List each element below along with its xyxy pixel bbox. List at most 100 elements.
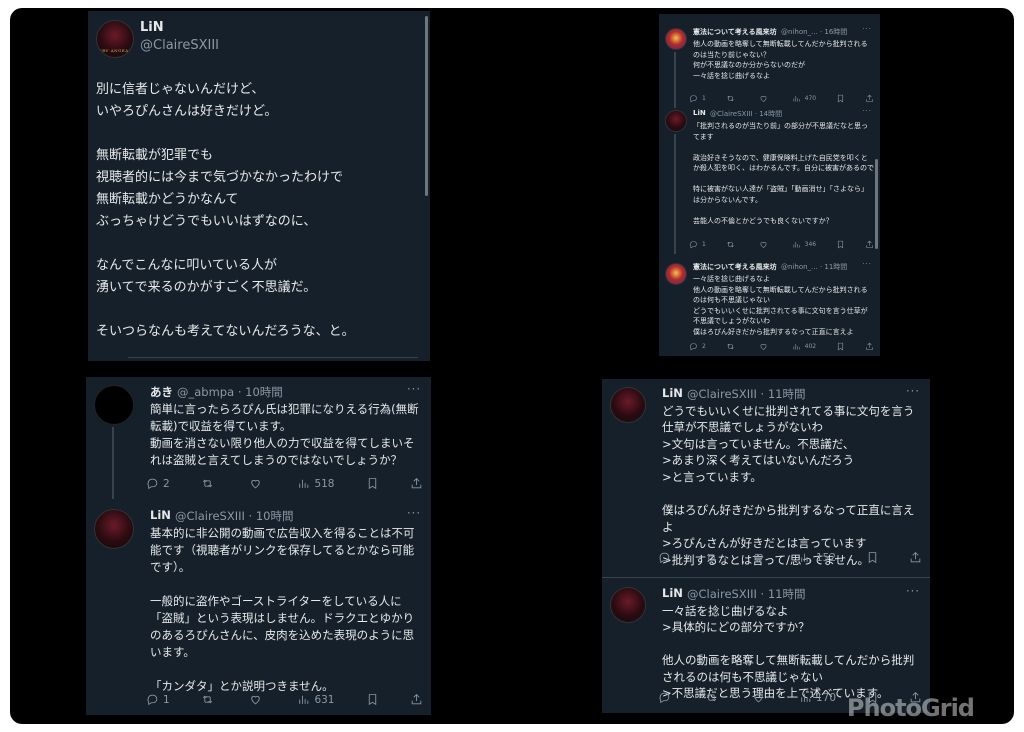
views-button[interactable]: 346 — [792, 240, 816, 249]
handle[interactable]: @nihon_... — [781, 28, 818, 36]
avatar[interactable] — [665, 28, 687, 50]
like-button[interactable] — [759, 342, 772, 351]
reply-button[interactable]: 2 — [146, 477, 170, 490]
reply-button[interactable]: 2 — [689, 342, 706, 351]
share-button[interactable] — [865, 342, 874, 351]
tweet[interactable]: 憲法について考える風来坊 @nihon_... · 11時間 ··· 一々話を捻… — [659, 257, 880, 356]
reply-button[interactable] — [658, 551, 675, 564]
avatar[interactable] — [665, 263, 687, 285]
tweet[interactable]: LiN @ClaireSXIII · 14時間 ··· 「批判されるのが当たり前… — [659, 104, 880, 254]
display-name[interactable]: 憲法について考える風来坊 — [693, 262, 777, 272]
handle-time[interactable]: @nihon_... · 11時間 — [781, 262, 847, 272]
like-button[interactable] — [759, 94, 772, 103]
tweet[interactable]: LiN @ClaireSXIII · 11時間 ··· 一々話を捻じ曲げるなよ … — [602, 579, 930, 713]
timestamp[interactable]: · 11時間 — [820, 263, 847, 271]
bookmark-button[interactable] — [836, 342, 845, 351]
handle-time[interactable]: @ClaireSXIII · 10時間 — [175, 508, 293, 524]
reply-button[interactable]: 1 — [689, 94, 706, 103]
reply-button[interactable]: 1 — [689, 240, 706, 249]
avatar[interactable] — [665, 110, 687, 132]
handle-time[interactable]: @_abmpa · 10時間 — [177, 384, 283, 400]
retweet-button[interactable] — [726, 342, 739, 351]
handle[interactable]: @_abmpa — [177, 385, 234, 399]
like-button[interactable] — [249, 477, 266, 490]
retweet-button[interactable] — [201, 693, 218, 706]
scrollbar[interactable] — [425, 16, 428, 196]
share-button[interactable] — [909, 551, 922, 564]
share-button[interactable] — [410, 477, 423, 490]
reply-button[interactable]: 1 — [146, 693, 170, 706]
views-button[interactable]: 518 — [297, 477, 334, 490]
display-name[interactable]: LiN — [662, 586, 683, 600]
handle[interactable]: @ClaireSXIII — [140, 38, 219, 53]
handle[interactable]: @ClaireSXIII — [687, 587, 757, 601]
divider — [602, 577, 930, 578]
more-icon[interactable]: ··· — [906, 584, 920, 598]
more-icon[interactable]: ··· — [862, 107, 872, 115]
retweet-button[interactable] — [201, 477, 218, 490]
share-button[interactable] — [865, 94, 874, 103]
like-button[interactable] — [249, 693, 266, 706]
display-name[interactable]: 憲法について考える風来坊 — [693, 27, 777, 37]
views-count: 346 — [804, 241, 817, 248]
reply-button[interactable] — [658, 691, 675, 704]
retweet-button[interactable] — [705, 551, 722, 564]
more-icon[interactable]: ··· — [407, 506, 421, 520]
more-icon[interactable]: ··· — [906, 384, 920, 398]
views-count: 518 — [314, 477, 335, 490]
divider — [128, 357, 418, 358]
avatar[interactable] — [94, 385, 134, 425]
tweet[interactable]: LiN @ClaireSXIII · 11時間 ··· どうでもいいくせに批判さ… — [602, 379, 930, 573]
timestamp[interactable]: · 14時間 — [755, 110, 782, 118]
views-button[interactable]: 402 — [792, 342, 816, 351]
tweet[interactable]: あき @_abmpa · 10時間 ··· 簡単に言ったらろぴん氏は犯罪になりえ… — [86, 377, 431, 499]
timestamp[interactable]: · 10時間 — [238, 385, 283, 399]
handle-time[interactable]: @ClaireSXIII · 11時間 — [687, 586, 805, 602]
more-icon[interactable]: ··· — [407, 382, 421, 396]
like-button[interactable] — [752, 551, 769, 564]
display-name[interactable]: LiN — [150, 508, 171, 522]
timestamp[interactable]: · 11時間 — [761, 387, 806, 401]
share-button[interactable] — [865, 240, 874, 249]
retweet-button[interactable] — [726, 94, 739, 103]
scrollbar[interactable] — [875, 159, 878, 249]
handle-time[interactable]: @ClaireSXIII · 11時間 — [687, 386, 805, 402]
tweet-text: どうでもいいくせに批判されてる事に文句を言う仕草が不思議でしょうがないわ >文句… — [662, 403, 915, 567]
handle-time[interactable]: @nihon_... · 16時間 — [781, 27, 847, 37]
more-icon[interactable]: ··· — [862, 260, 872, 268]
handle[interactable]: @ClaireSXIII — [687, 387, 757, 401]
views-button[interactable]: 631 — [297, 693, 334, 706]
avatar[interactable] — [610, 387, 646, 423]
handle[interactable]: @ClaireSXIII — [710, 110, 753, 118]
timestamp[interactable]: · 10時間 — [249, 509, 294, 523]
display-name[interactable]: LiN — [693, 109, 706, 117]
reply-count: 2 — [163, 477, 170, 490]
retweet-button[interactable] — [705, 691, 722, 704]
handle[interactable]: @nihon_... — [781, 263, 818, 271]
tweet[interactable]: LiN @ClaireSXIII · 10時間 ··· 基本的に非公開の動画で広… — [86, 501, 431, 715]
avatar[interactable] — [94, 509, 134, 549]
views-button[interactable]: 470 — [792, 94, 816, 103]
timestamp[interactable]: · 16時間 — [820, 28, 847, 36]
display-name[interactable]: LiN — [140, 20, 164, 35]
retweet-button[interactable] — [726, 240, 739, 249]
avatar[interactable]: HRV ANGEAL — [96, 20, 134, 58]
bookmark-button[interactable] — [836, 94, 845, 103]
bookmark-button[interactable] — [866, 551, 879, 564]
bookmark-button[interactable] — [366, 477, 379, 490]
tweet[interactable]: 憲法について考える風来坊 @nihon_... · 16時間 ··· 他人の動画… — [659, 22, 880, 108]
display-name[interactable]: LiN — [662, 386, 683, 400]
like-button[interactable] — [752, 691, 769, 704]
handle[interactable]: @ClaireSXIII — [175, 509, 245, 523]
views-button[interactable]: 170 — [799, 691, 836, 704]
like-button[interactable] — [759, 240, 772, 249]
more-icon[interactable]: ··· — [862, 25, 872, 33]
views-button[interactable]: 152 — [799, 551, 836, 564]
display-name[interactable]: あき — [150, 384, 173, 400]
timestamp[interactable]: · 11時間 — [761, 587, 806, 601]
bookmark-button[interactable] — [366, 693, 379, 706]
handle-time[interactable]: @ClaireSXIII · 14時間 — [710, 109, 782, 119]
share-button[interactable] — [410, 693, 423, 706]
bookmark-button[interactable] — [836, 240, 845, 249]
avatar[interactable] — [610, 587, 646, 623]
